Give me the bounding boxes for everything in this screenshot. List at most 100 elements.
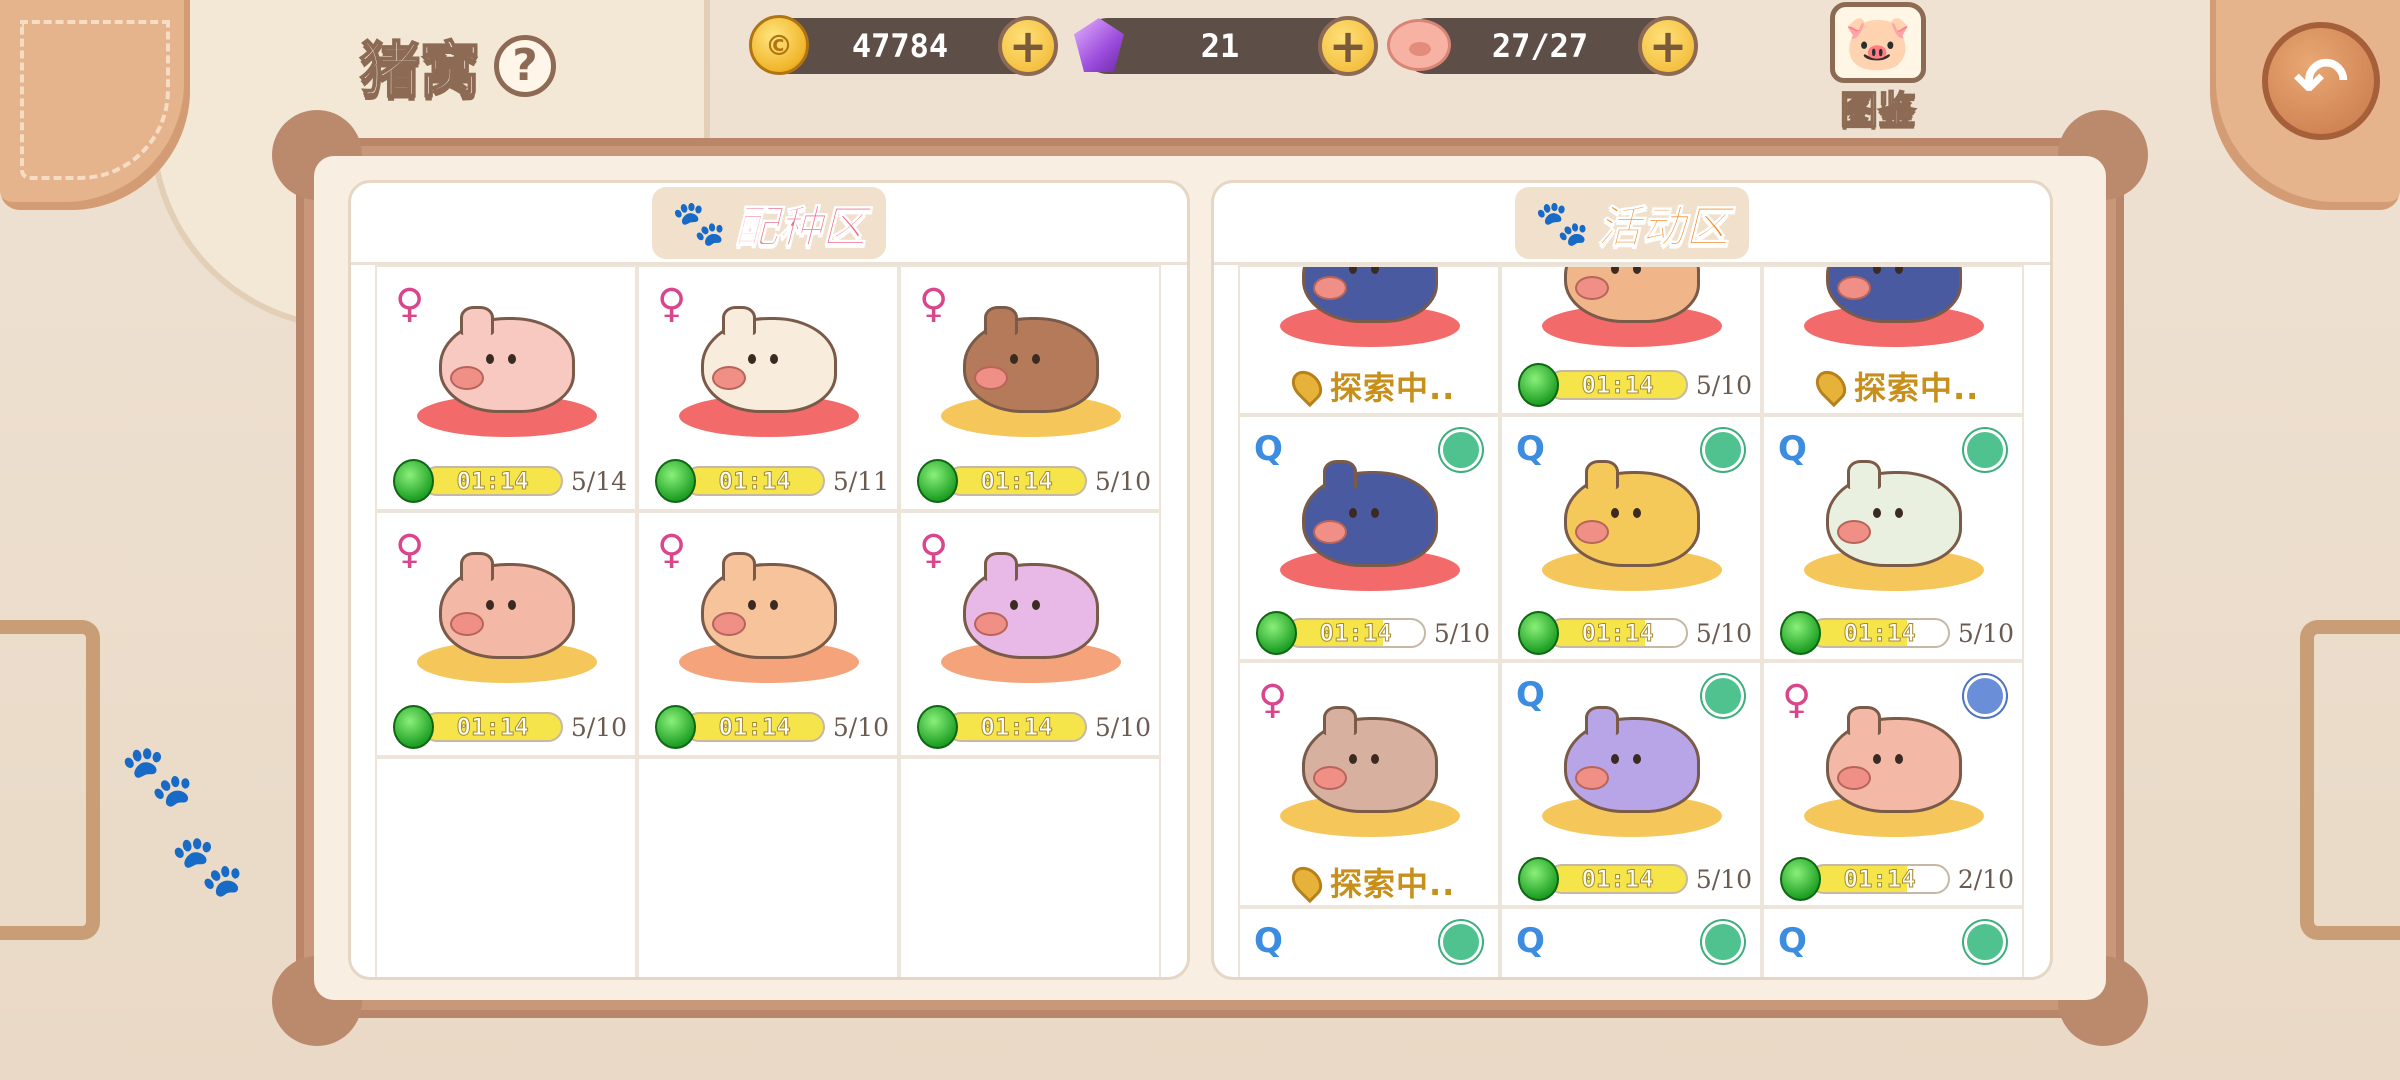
pig-eye [1873, 754, 1881, 764]
gem-resource-bar: 21 + [1074, 16, 1378, 76]
breeding-slot[interactable]: ♀ 01:14 5/10 [899, 265, 1161, 511]
activity-slot[interactable]: 01:14 5/10 [1500, 265, 1762, 415]
activity-slot[interactable]: Q 01:14 5/10 [1500, 661, 1762, 907]
activity-slot[interactable]: ♀ 01:14 2/10 [1762, 661, 2024, 907]
green-gem-icon [1518, 611, 1560, 655]
breeding-slot[interactable]: ♀ 01:14 5/11 [637, 265, 899, 511]
pig-sprite[interactable] [1826, 706, 1962, 813]
pig-status-icon[interactable] [1964, 429, 2006, 471]
activity-slot[interactable]: Q 01:14 5/10 [1762, 415, 2024, 661]
timer-text: 01:14 [1843, 865, 1916, 893]
back-arrow-icon[interactable]: ↶ [2262, 22, 2380, 140]
pig-eye [1371, 267, 1379, 274]
female-icon: ♀ [395, 527, 425, 573]
pig-sprite[interactable] [1564, 706, 1700, 813]
green-gem-icon [1518, 857, 1560, 901]
pig-status-icon[interactable] [1964, 921, 2006, 963]
activity-slot[interactable]: ♀ 探索中.. [1238, 661, 1500, 907]
timer-text: 01:14 [718, 467, 791, 495]
breeding-panel-title: 配种区 [734, 201, 867, 253]
timer-row: 01:14 5/10 [393, 705, 627, 749]
female-icon: ♀ [1258, 677, 1288, 723]
pig-head-icon [1386, 12, 1452, 78]
pig-status-icon[interactable] [1702, 921, 1744, 963]
timer-text: 01:14 [980, 467, 1053, 495]
add-gold-button[interactable]: + [998, 16, 1058, 76]
location-pin-icon [1809, 364, 1853, 408]
timer-text: 01:14 [1581, 619, 1654, 647]
pig-eye [1611, 508, 1619, 518]
pig-sprite[interactable] [1564, 460, 1700, 567]
coin-icon: © [746, 12, 812, 78]
background-shelf-right [2300, 620, 2400, 940]
breeding-panel: 🐾 配种区 ♀ 01:14 5/14 ♀ 01:14 5/11 ♀ 01:14 5/10 ♀ 01:… [348, 180, 1190, 980]
codex-label: 图鉴 [1839, 87, 1917, 133]
add-gem-button[interactable]: + [1318, 16, 1378, 76]
activity-slot[interactable]: Q [1762, 907, 2024, 977]
timer-bar: 01:14 [684, 712, 825, 742]
activity-slot[interactable]: 探索中.. [1762, 265, 2024, 415]
breeding-slot[interactable]: ♀ 01:14 5/10 [375, 511, 637, 757]
pig-eye [1633, 754, 1641, 764]
timer-bar: 01:14 [422, 466, 563, 496]
count-text: 5/10 [1957, 618, 2014, 648]
pig-eye [1611, 754, 1619, 764]
search-icon: Q [1778, 921, 1807, 961]
activity-slot[interactable]: Q 01:14 5/10 [1238, 415, 1500, 661]
breeding-panel-header: 🐾 配种区 [351, 183, 1187, 265]
gold-resource-bar: © 47784 + [749, 15, 1058, 76]
empty-breeding-slot[interactable] [899, 757, 1161, 977]
pig-sprite[interactable] [701, 306, 837, 413]
pig-sprite[interactable] [963, 306, 1099, 413]
pig-status-icon[interactable] [1440, 429, 1482, 471]
pig-eye [486, 354, 494, 364]
pig-sprite[interactable] [1302, 706, 1438, 813]
pig-eye [1895, 508, 1903, 518]
exploring-text: 探索中.. [1330, 865, 1456, 903]
codex-button[interactable]: 🐷 图鉴 [1828, 2, 1928, 134]
timer-row: 01:14 5/10 [1518, 857, 1752, 901]
timer-text: 01:14 [980, 713, 1053, 741]
empty-breeding-slot[interactable] [375, 757, 637, 977]
activity-slot[interactable]: Q [1500, 907, 1762, 977]
pig-status-icon[interactable] [1440, 921, 1482, 963]
breeding-panel-tag: 🐾 配种区 [651, 186, 887, 259]
activity-slot[interactable]: 探索中.. [1238, 265, 1500, 415]
search-icon: Q [1516, 921, 1545, 961]
timer-bar: 01:14 [1809, 618, 1950, 648]
pig-sprite[interactable] [963, 552, 1099, 659]
count-text: 5/10 [832, 712, 889, 742]
search-icon: Q [1778, 429, 1807, 469]
activity-slot[interactable]: Q 01:14 5/10 [1500, 415, 1762, 661]
pig-sprite[interactable] [1826, 460, 1962, 567]
question-icon[interactable]: ? [494, 34, 556, 97]
page-title: 猪窝 [359, 35, 481, 107]
pig-eye [508, 354, 516, 364]
activity-slot[interactable]: Q [1238, 907, 1500, 977]
pig-sprite[interactable] [1302, 460, 1438, 567]
breeding-slot[interactable]: ♀ 01:14 5/10 [899, 511, 1161, 757]
empty-breeding-slot[interactable] [637, 757, 899, 977]
pig-eye [1371, 754, 1379, 764]
add-capacity-button[interactable]: + [1638, 16, 1698, 76]
breeding-slot[interactable]: ♀ 01:14 5/14 [375, 265, 637, 511]
timer-bar: 01:14 [1809, 864, 1950, 894]
pig-status-icon[interactable] [1702, 675, 1744, 717]
pig-status-icon[interactable] [1702, 429, 1744, 471]
timer-row: 01:14 5/10 [1518, 611, 1752, 655]
timer-row: 01:14 5/10 [1780, 611, 2014, 655]
pig-sprite[interactable] [439, 306, 575, 413]
timer-row: 01:14 2/10 [1780, 857, 2014, 901]
count-text: 5/10 [570, 712, 627, 742]
pig-sprite[interactable] [439, 552, 575, 659]
timer-row: 01:14 5/10 [1256, 611, 1490, 655]
count-text: 5/10 [1094, 712, 1151, 742]
activity-panel-title: 活动区 [1597, 201, 1730, 253]
pig-sprite[interactable] [701, 552, 837, 659]
pig-eye [1349, 267, 1357, 274]
pig-eye [486, 600, 494, 610]
green-gem-icon [655, 459, 697, 503]
breeding-slot[interactable]: ♀ 01:14 5/10 [637, 511, 899, 757]
potion-status-icon[interactable] [1964, 675, 2006, 717]
search-icon: Q [1254, 921, 1283, 961]
